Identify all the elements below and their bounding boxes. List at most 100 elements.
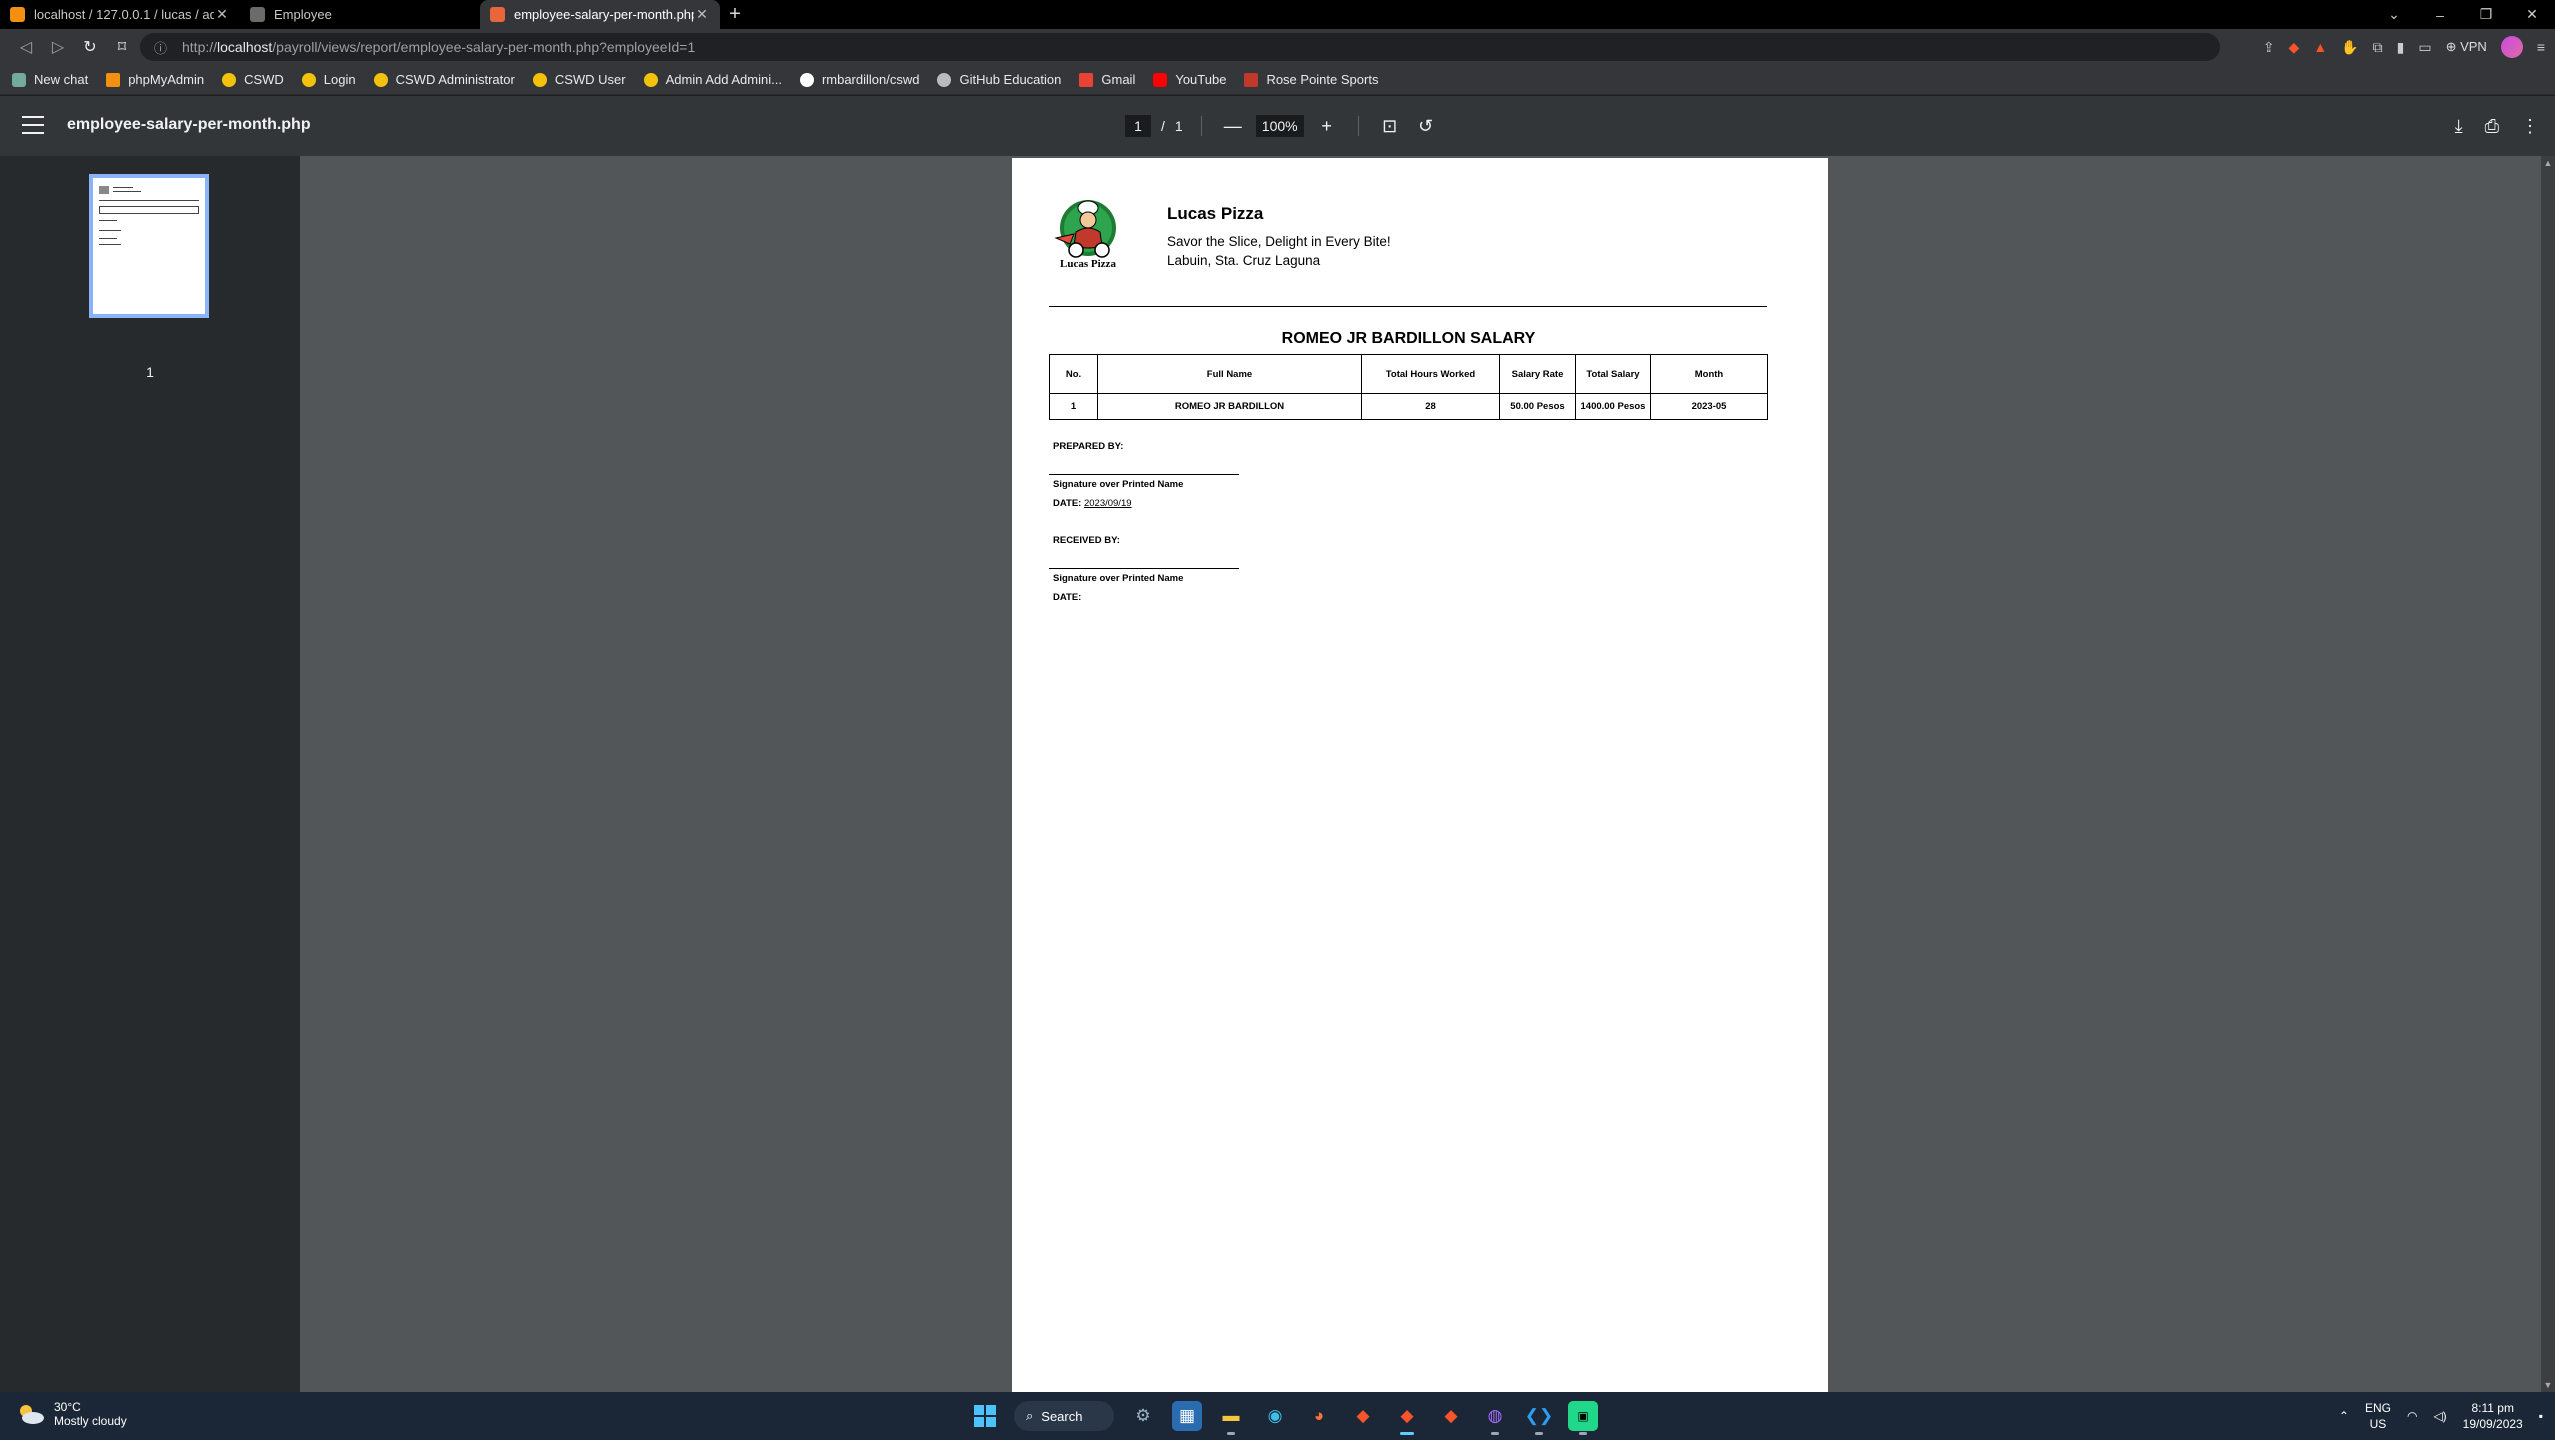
page-number-input[interactable]: 1	[1125, 115, 1151, 137]
tab-search-icon[interactable]: ⌄	[2371, 6, 2417, 23]
table-cell: 1400.00 Pesos	[1575, 393, 1651, 420]
tab-employee[interactable]: Employee	[240, 0, 480, 29]
table-cell: 28	[1361, 393, 1500, 420]
start-icon[interactable]	[970, 1401, 1000, 1431]
address-bar[interactable]: ⓘ http://localhost/payroll/views/report/…	[140, 33, 2220, 61]
vpn-button[interactable]: ⊕ VPN	[2446, 39, 2487, 55]
fit-to-page-icon[interactable]: ⊡	[1377, 116, 1403, 137]
date-label: DATE: 2023/09/19	[1053, 498, 1132, 509]
download-icon[interactable]: ⤓	[2455, 116, 2463, 137]
close-tab-icon[interactable]: ✕	[214, 6, 230, 23]
forward-icon[interactable]: ▷	[42, 37, 74, 57]
weather-widget[interactable]: 30°C Mostly cloudy	[16, 1400, 127, 1428]
page-thumbnail[interactable]	[89, 174, 209, 318]
bookmark-github-education[interactable]: GitHub Education	[937, 72, 1061, 87]
page-separator: /	[1161, 118, 1165, 134]
back-icon[interactable]: ◁	[10, 37, 42, 57]
sidebar-toggle-icon[interactable]	[22, 116, 44, 134]
brave-active-icon[interactable]: ◆	[1392, 1401, 1422, 1435]
rotate-icon[interactable]: ↺	[1413, 116, 1439, 137]
system-tray: ⌃ ENG US ◠ ◁) 8:11 pm 19/09/2023 ▪	[2339, 1398, 2543, 1434]
volume-icon[interactable]: ◁)	[2433, 1409, 2446, 1423]
more-options-icon[interactable]: ⋮	[2521, 116, 2539, 137]
print-icon[interactable]: ⎙	[2485, 116, 2499, 137]
pdf-actions: ⤓ ⎙ ⋮	[2455, 110, 2539, 142]
zoom-input[interactable]: 100%	[1255, 115, 1304, 137]
language-indicator[interactable]: ENG US	[2365, 1400, 2391, 1432]
signature-line	[1049, 568, 1239, 569]
column-header: No.	[1049, 354, 1098, 394]
taskbar: 30°C Mostly cloudy ⌕ Search ⚙ ▦ ▬ ◉ ◕ ◆ ◆…	[0, 1392, 2555, 1440]
column-header: Salary Rate	[1499, 354, 1576, 394]
vertical-scrollbar[interactable]: ▲ ▼	[2541, 156, 2555, 1392]
bookmark-admin-add[interactable]: Admin Add Admini...	[643, 72, 782, 87]
pdf-file-title: employee-salary-per-month.php	[67, 116, 311, 133]
firefox-icon[interactable]: ◕	[1304, 1401, 1334, 1431]
bookmark-github-repo[interactable]: rmbardillon/cswd	[799, 72, 919, 87]
scroll-up-icon[interactable]: ▲	[2541, 158, 2555, 168]
brave-icon[interactable]: ◆	[1348, 1401, 1378, 1431]
youtube-icon	[1153, 72, 1168, 87]
sidebar-icon[interactable]: ▮	[2397, 39, 2405, 56]
tab-strip: localhost / 127.0.0.1 / lucas / adm ✕ Em…	[0, 0, 2555, 29]
svg-text:Lucas Pizza: Lucas Pizza	[1060, 258, 1116, 270]
pdf-content-area[interactable]: Lucas Pizza Lucas Pizza Savor the Slice,…	[300, 156, 2541, 1392]
vscode-icon[interactable]: ❮❯	[1524, 1401, 1554, 1435]
bookmark-cswd[interactable]: CSWD	[222, 72, 284, 87]
pycharm-icon[interactable]: ▣	[1568, 1401, 1598, 1435]
edge-icon[interactable]: ◉	[1260, 1401, 1290, 1431]
divider	[1200, 116, 1202, 136]
search-icon: ⌕	[1026, 1408, 1034, 1423]
microsoft-store-icon[interactable]: ▦	[1172, 1401, 1202, 1431]
salary-table: No. Full Name Total Hours Worked Salary …	[1049, 354, 1768, 420]
tab-phpmyadmin[interactable]: localhost / 127.0.0.1 / lucas / adm ✕	[0, 0, 240, 29]
share-icon[interactable]: ⇪	[2263, 39, 2275, 56]
bookmark-cswd-user[interactable]: CSWD User	[532, 72, 626, 87]
file-explorer-icon[interactable]: ▬	[1216, 1401, 1246, 1435]
site-info-icon[interactable]: ⓘ	[154, 38, 172, 57]
phpmyadmin-favicon-icon	[10, 7, 25, 22]
bookmark-new-chat[interactable]: New chat	[12, 72, 88, 87]
bookmark-login[interactable]: Login	[301, 72, 356, 87]
bookmark-gmail[interactable]: Gmail	[1079, 72, 1135, 87]
scroll-down-icon[interactable]: ▼	[2541, 1380, 2555, 1390]
extensions-icon[interactable]: ⧉	[2373, 39, 2383, 56]
brave-rewards-icon[interactable]: ▲	[2313, 39, 2327, 55]
restore-icon[interactable]: ❐	[2463, 6, 2509, 23]
brave-beta-icon[interactable]: ◆	[1436, 1401, 1466, 1431]
profile-avatar[interactable]	[2500, 36, 2523, 58]
close-window-icon[interactable]: ✕	[2509, 6, 2555, 23]
extension-icon[interactable]: ✋	[2341, 39, 2358, 56]
bookmark-youtube[interactable]: YouTube	[1153, 72, 1226, 87]
bookmark-rose-pointe[interactable]: Rose Pointe Sports	[1244, 72, 1378, 87]
tab-employee-salary[interactable]: employee-salary-per-month.php ✕	[480, 0, 720, 29]
close-tab-icon[interactable]: ✕	[694, 6, 710, 23]
zoom-in-icon[interactable]: +	[1314, 116, 1340, 137]
wallet-icon[interactable]: ▭	[2418, 39, 2431, 56]
header-divider	[1049, 306, 1767, 307]
zoom-out-icon[interactable]: —	[1220, 116, 1246, 137]
reload-icon[interactable]: ↻	[74, 37, 106, 57]
column-header: Month	[1650, 354, 1768, 394]
brave-shields-icon[interactable]: ◆	[2289, 39, 2300, 56]
menu-icon[interactable]: ≡	[2537, 39, 2545, 55]
column-header: Full Name	[1097, 354, 1362, 394]
bookmarks-bar: New chat phpMyAdmin CSWD Login CSWD Admi…	[0, 65, 2555, 95]
minimize-icon[interactable]: –	[2417, 7, 2463, 23]
bookmark-icon[interactable]: ⌑	[106, 37, 138, 57]
url-path: /payroll/views/report/employee-salary-pe…	[272, 39, 696, 55]
messenger-icon[interactable]: ◍	[1480, 1401, 1510, 1435]
notifications-icon[interactable]: ▪	[2539, 1409, 2543, 1423]
employee-favicon-icon	[250, 7, 265, 22]
show-hidden-icons-icon[interactable]: ⌃	[2339, 1409, 2349, 1423]
table-row: 1 ROMEO JR BARDILLON 28 50.00 Pesos 1400…	[1049, 393, 1768, 420]
wifi-icon[interactable]: ◠	[2407, 1409, 2417, 1423]
bookmark-phpmyadmin[interactable]: phpMyAdmin	[106, 72, 204, 87]
bookmark-cswd-administrator[interactable]: CSWD Administrator	[373, 72, 515, 87]
cloudy-weather-icon	[16, 1403, 46, 1425]
settings-icon[interactable]: ⚙	[1128, 1401, 1158, 1431]
clock[interactable]: 8:11 pm 19/09/2023	[2463, 1400, 2523, 1432]
new-tab-button[interactable]: +	[720, 0, 750, 29]
taskbar-search[interactable]: ⌕ Search	[1014, 1401, 1114, 1431]
tab-title: Employee	[274, 7, 332, 22]
